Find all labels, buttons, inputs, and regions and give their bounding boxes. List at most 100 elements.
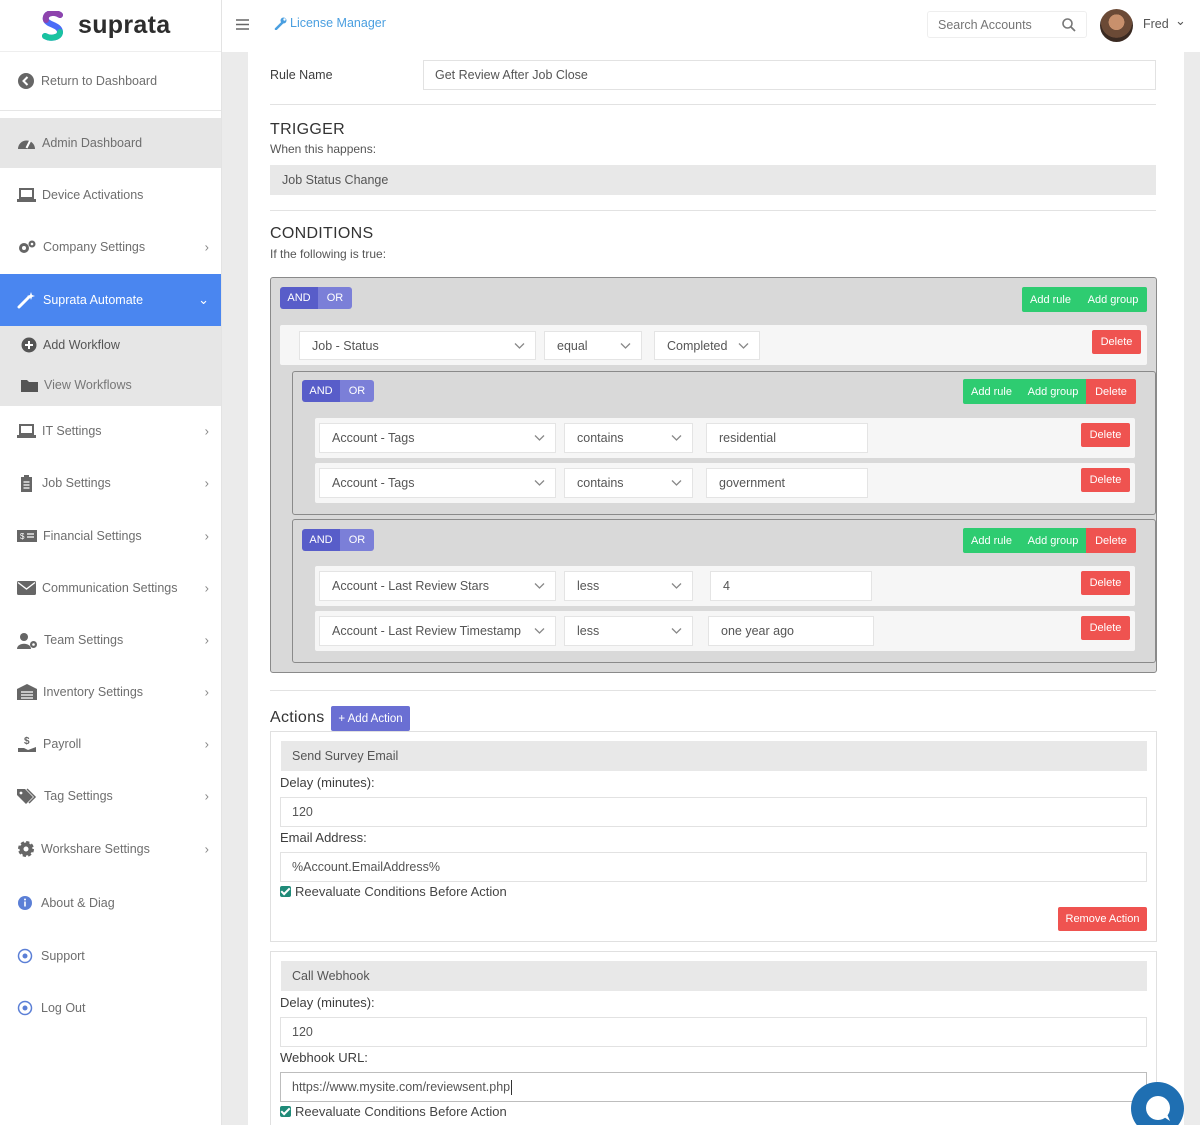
sidebar-item-label: Communication Settings (42, 581, 178, 595)
delete-rule-button[interactable]: Delete (1081, 468, 1130, 492)
sidebar-item-job-settings[interactable]: Job Settings › (0, 458, 221, 508)
reevaluate-checkbox[interactable]: Reevaluate Conditions Before Action (280, 884, 507, 899)
rule-value-input[interactable]: residential (706, 423, 868, 453)
delete-rule-button[interactable]: Delete (1081, 571, 1130, 595)
search-input[interactable] (938, 17, 1058, 32)
chevron-right-icon: › (204, 475, 209, 491)
sidebar-item-about-diag[interactable]: About & Diag (0, 876, 221, 930)
search-icon[interactable] (1062, 18, 1076, 32)
chevron-right-icon: › (204, 239, 209, 255)
rule-operator-select[interactable]: contains (564, 423, 693, 453)
sidebar-item-it-settings[interactable]: IT Settings › (0, 406, 221, 456)
sidebar-item-label: Financial Settings (43, 529, 142, 543)
sidebar-item-add-workflow[interactable]: Add Workflow (0, 326, 221, 364)
or-button[interactable]: OR (340, 529, 374, 551)
hamburger-menu-icon[interactable] (236, 19, 249, 30)
delay-input[interactable]: 120 (280, 797, 1147, 827)
rule-value-input[interactable]: government (706, 468, 868, 498)
and-button[interactable]: AND (302, 529, 340, 551)
rule-field-select[interactable]: Account - Tags (319, 423, 556, 453)
trigger-subtitle: When this happens: (270, 142, 377, 156)
sidebar-item-support[interactable]: Support (0, 930, 221, 982)
and-or-toggle[interactable]: AND OR (280, 287, 352, 309)
rule-name-input[interactable]: Get Review After Job Close (423, 60, 1156, 90)
webhook-url-input[interactable]: https://www.mysite.com/reviewsent.php (280, 1072, 1147, 1102)
rule-operator-select[interactable]: less (564, 571, 693, 601)
rule-operator-select[interactable]: contains (564, 468, 693, 498)
sidebar-item-label: Payroll (43, 737, 82, 751)
rule-field-select[interactable]: Account - Last Review Stars (319, 571, 556, 601)
chevron-right-icon: › (204, 736, 209, 752)
delete-group-button[interactable]: Delete (1086, 379, 1136, 404)
and-button[interactable]: AND (302, 380, 340, 402)
or-button[interactable]: OR (318, 287, 352, 309)
sidebar-item-team-settings[interactable]: Team Settings › (0, 614, 221, 666)
sidebar-item-log-out[interactable]: Log Out (0, 982, 221, 1034)
delay-input[interactable]: 120 (280, 1017, 1147, 1047)
rule-field-value: Account - Tags (332, 476, 415, 490)
checkbox-checked-icon[interactable] (280, 886, 291, 897)
chevron-down-icon (534, 480, 545, 486)
sidebar-item-suprata-automate[interactable]: Suprata Automate ⌄ (0, 274, 221, 326)
action-type-select[interactable]: Send Survey Email (281, 741, 1147, 771)
or-button[interactable]: OR (340, 380, 374, 402)
chevron-down-icon[interactable]: ⌄ (1175, 13, 1186, 29)
add-rule-button[interactable]: Add rule (963, 528, 1020, 553)
action-card: Call Webhook Delay (minutes): 120 Webhoo… (270, 951, 1157, 1125)
breadcrumb[interactable]: License Manager (274, 16, 386, 30)
scrollbar[interactable] (1184, 52, 1200, 1125)
and-or-toggle[interactable]: AND OR (302, 529, 374, 551)
rule-field-select[interactable]: Account - Last Review Timestamp (319, 616, 556, 646)
remove-action-button[interactable]: Remove Action (1058, 907, 1147, 931)
sidebar-item-company-settings[interactable]: Company Settings › (0, 222, 221, 272)
user-name[interactable]: Fred (1143, 17, 1169, 31)
delete-rule-button[interactable]: Delete (1081, 423, 1130, 447)
sidebar-item-device-activations[interactable]: Device Activations (0, 170, 221, 220)
delete-rule-button[interactable]: Delete (1092, 330, 1141, 354)
sidebar-item-label: Support (41, 949, 85, 963)
rule-operator-select[interactable]: less (564, 616, 693, 646)
add-group-button[interactable]: Add group (1020, 379, 1086, 404)
add-rule-button[interactable]: Add rule (963, 379, 1020, 404)
rule-value-input[interactable]: one year ago (708, 616, 874, 646)
sidebar-item-label: View Workflows (44, 378, 132, 392)
rule-field-select[interactable]: Account - Tags (319, 468, 556, 498)
add-group-button[interactable]: Add group (1079, 287, 1147, 312)
rule-operator-value: contains (577, 476, 624, 490)
breadcrumb-label: License Manager (290, 16, 386, 30)
rule-operator-select[interactable]: equal (544, 331, 642, 360)
sidebar-item-payroll[interactable]: $ Payroll › (0, 718, 221, 770)
rule-value-input[interactable]: 4 (710, 571, 872, 601)
add-rule-button[interactable]: Add rule (1022, 287, 1079, 312)
add-action-button[interactable]: + Add Action (331, 706, 410, 731)
condition-root-group: AND OR Add rule Add group Job - Status e… (270, 277, 1157, 673)
return-label: Return to Dashboard (41, 74, 158, 88)
condition-rule: Account - Tags contains government Delet… (315, 463, 1135, 503)
delete-rule-button[interactable]: Delete (1081, 616, 1130, 640)
add-group-button[interactable]: Add group (1020, 528, 1086, 553)
sidebar-item-workshare-settings[interactable]: Workshare Settings › (0, 822, 221, 876)
sidebar-item-admin-dashboard[interactable]: Admin Dashboard (0, 118, 221, 168)
checkbox-checked-icon[interactable] (280, 1106, 291, 1117)
brand[interactable]: suprata (0, 0, 221, 52)
email-address-input[interactable]: %Account.EmailAddress% (280, 852, 1147, 882)
webhook-url-value: https://www.mysite.com/reviewsent.php (292, 1080, 511, 1094)
sidebar-item-inventory-settings[interactable]: Inventory Settings › (0, 666, 221, 718)
money-icon: $ (17, 530, 37, 542)
reevaluate-checkbox[interactable]: Reevaluate Conditions Before Action (280, 1104, 507, 1119)
sidebar-item-financial-settings[interactable]: $ Financial Settings › (0, 510, 221, 562)
rule-value-select[interactable]: Completed (654, 331, 760, 360)
sidebar-item-tag-settings[interactable]: Tag Settings › (0, 770, 221, 822)
delete-group-button[interactable]: Delete (1086, 528, 1136, 553)
return-to-dashboard-link[interactable]: Return to Dashboard (0, 56, 221, 106)
avatar[interactable] (1100, 9, 1133, 42)
and-or-toggle[interactable]: AND OR (302, 380, 374, 402)
chevron-down-icon (534, 583, 545, 589)
trigger-select[interactable]: Job Status Change (270, 165, 1156, 195)
sidebar-item-view-workflows[interactable]: View Workflows (0, 366, 221, 404)
plus-circle-icon (21, 337, 37, 353)
rule-field-select[interactable]: Job - Status (299, 331, 536, 360)
action-type-select[interactable]: Call Webhook (281, 961, 1147, 991)
and-button[interactable]: AND (280, 287, 318, 309)
sidebar-item-communication-settings[interactable]: Communication Settings › (0, 562, 221, 614)
